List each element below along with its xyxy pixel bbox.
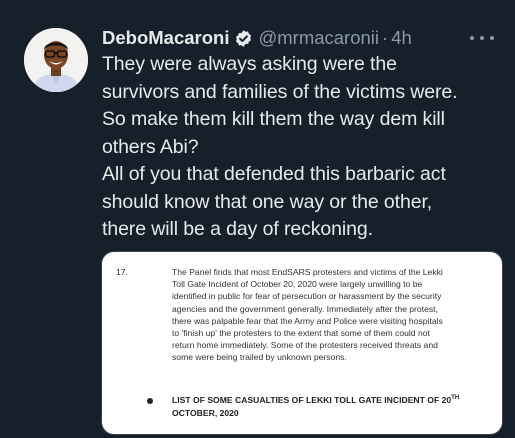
tweet-text-line: So make them kill them the way dem kill bbox=[102, 108, 445, 130]
document-line: Toll Gate Incident of October 20, 2020 w… bbox=[172, 279, 423, 290]
avatar[interactable] bbox=[24, 28, 88, 92]
document-heading-line: OCTOBER, 2020 bbox=[172, 407, 239, 418]
tweet-header: DeboMacaroni @mrmacaronii · 4h bbox=[102, 26, 412, 50]
document-line: agencies and the government generally. I… bbox=[172, 303, 438, 314]
paragraph-number: 17. bbox=[116, 267, 128, 277]
document-line: return home immediately. Some of the pro… bbox=[172, 340, 438, 351]
document-heading-line: LIST OF SOME CASUALTIES OF LEKKI TOLL GA… bbox=[172, 392, 459, 407]
tweet-text-line: there will be a day of reckoning. bbox=[102, 218, 373, 240]
header-separator: · bbox=[382, 27, 389, 48]
more-dot bbox=[470, 36, 474, 40]
display-name[interactable]: DeboMacaroni bbox=[102, 27, 229, 49]
tweet-text-line: others Abi? bbox=[102, 135, 199, 158]
document-line: The Panel finds that most EndSARS protes… bbox=[172, 267, 443, 277]
more-horizontal-icon[interactable] bbox=[470, 29, 494, 47]
document-line: there was palpable fear that the Army an… bbox=[172, 315, 443, 326]
document-line: identified in public for fear of persecu… bbox=[172, 291, 442, 302]
heading-superscript: TH bbox=[451, 395, 460, 401]
tweet-card: DeboMacaroni @mrmacaronii · 4h They were… bbox=[0, 0, 515, 438]
tweet-text-line: survivors and families of the victims we… bbox=[102, 80, 458, 103]
tweet-text-line: should know that one way or the other, bbox=[102, 190, 433, 213]
bullet-icon bbox=[147, 398, 153, 404]
document-line: some were being trailed by unknown perso… bbox=[172, 352, 347, 363]
verified-badge-icon bbox=[234, 29, 253, 48]
tweet-text-line: They were always asking were the bbox=[102, 53, 397, 75]
tweet-text-line: All of you that defended this barbaric a… bbox=[102, 163, 446, 185]
tweet-media-image[interactable]: 17. The Panel finds that most EndSARS pr… bbox=[102, 252, 502, 434]
document-list-heading: LIST OF SOME CASUALTIES OF LEKKI TOLL GA… bbox=[172, 392, 459, 420]
more-dot bbox=[480, 36, 484, 40]
profile-avatar-image bbox=[24, 28, 88, 92]
user-handle[interactable]: @mrmacaronii bbox=[258, 27, 379, 49]
heading-text: LIST OF SOME CASUALTIES OF LEKKI TOLL GA… bbox=[172, 394, 452, 405]
timestamp[interactable]: 4h bbox=[391, 27, 412, 49]
more-dot bbox=[490, 36, 494, 40]
document-line: to 'finish up' the protesters to the ext… bbox=[172, 328, 430, 339]
tweet-text: They were always asking were the survivo… bbox=[102, 51, 502, 244]
document-paragraph: The Panel finds that most EndSARS protes… bbox=[172, 266, 490, 364]
